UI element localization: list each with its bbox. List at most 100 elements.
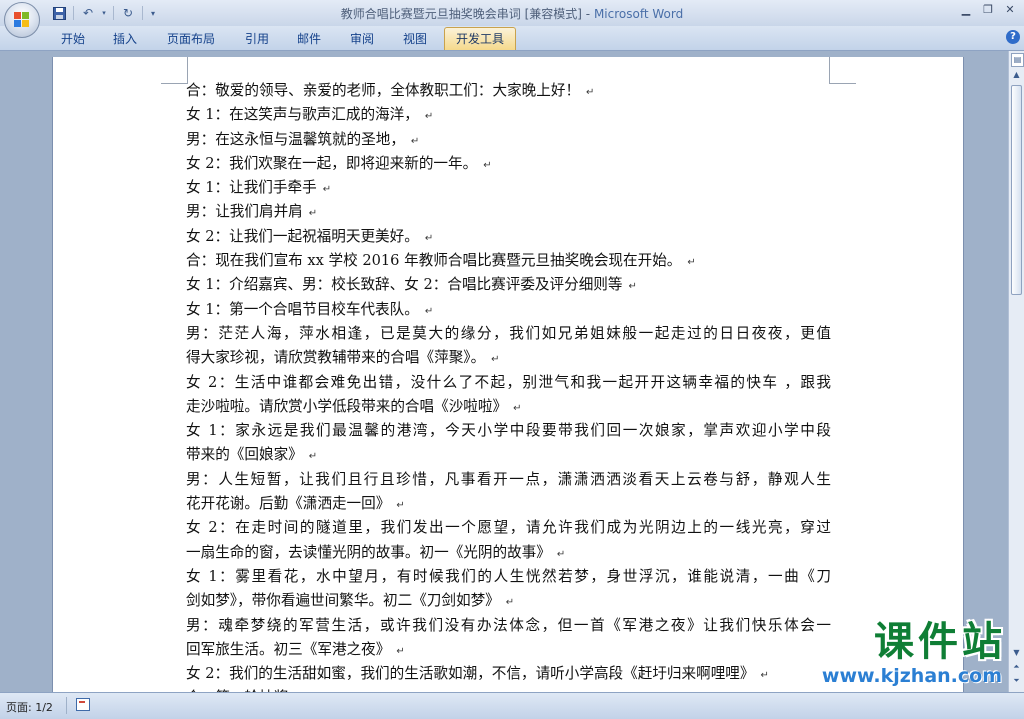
proofing-icon[interactable]	[76, 698, 90, 711]
watermark: 课件站 www.kjzhan.com	[776, 620, 1006, 692]
document-line: 女 1：让我们手牵手 ↵	[186, 176, 831, 200]
document-workspace: 合：敬爱的领导、亲爱的老师，全体教职工们：大家晚上好！ ↵ 女 1：在这笑声与歌声汇…	[0, 51, 1008, 692]
minimize-icon[interactable]: ▁	[956, 2, 976, 18]
paragraph-mark-icon: ↵	[424, 111, 434, 123]
document-line-text: 女 1：第一个合唱节目校车代表队。	[186, 300, 419, 318]
paragraph-mark-icon: ↵	[396, 645, 405, 657]
restore-icon[interactable]: ❐	[978, 2, 998, 18]
document-line-text: 剑如梦》，带你看遍世间繁华。初二《刀剑如梦》	[186, 592, 500, 610]
document-line-text: 女 2：我们欢聚在一起，即将迎来新的一年。	[186, 154, 478, 172]
document-line: 男：魂牵梦绕的军营生活，或许我们没有办法体念，但一首《军港之夜》让我们快乐体会一	[186, 614, 831, 638]
status-bar: 页面: 1/2	[0, 692, 1024, 719]
paragraph-mark-icon: ↵	[491, 354, 500, 366]
tab-references[interactable]: 引用	[236, 29, 278, 49]
tab-mailings[interactable]: 邮件	[288, 29, 330, 49]
scroll-up-icon[interactable]: ▲	[1011, 69, 1022, 81]
document-line-text: 女 2：我们的生活甜如蜜，我们的生活歌如潮，不信，请听小学高段《赶圩归来啊哩哩》	[186, 665, 755, 683]
document-line-text: 女 1：家永远是我们最温馨的港湾，今天小学中段要带我们回一次娘家，掌声欢迎小学中…	[186, 422, 831, 440]
document-line-text: 女 1：介绍嘉宾、男：校长致辞、女 2：合唱比赛评委及评分细则等	[186, 276, 623, 294]
tab-view[interactable]: 视图	[394, 29, 436, 49]
document-line: 女 1：介绍嘉宾、男：校长致辞、女 2：合唱比赛评委及评分细则等 ↵	[186, 273, 831, 297]
document-line: 男：人生短暂，让我们且行且珍惜，凡事看开一点，潇潇洒洒淡看天上云卷与舒，静观人生	[186, 468, 831, 492]
previous-page-icon[interactable]: ⏶	[1011, 661, 1022, 673]
document-line-text: 花开花谢。后勤《潇洒走一回》	[186, 495, 391, 513]
document-line-text: 女 2：生活中谁都会难免出错，没什么了不起，别泄气和我一起开开这辆幸福的快车 ，…	[186, 373, 831, 391]
scrollbar-thumb[interactable]	[1011, 85, 1022, 295]
watermark-main: 课件站	[874, 619, 1006, 665]
help-icon[interactable]: ?	[1006, 30, 1020, 44]
document-line: 带来的《回娘家》 ↵	[186, 443, 831, 467]
watermark-url: www.kjzhan.com	[821, 665, 1002, 687]
document-line-text: 回军旅生活。初三《军港之夜》	[186, 640, 391, 658]
window-title: 教师合唱比赛暨元旦抽奖晚会串词 [兼容模式] - Microsoft Word	[0, 5, 1024, 22]
page-indicator[interactable]: 页面: 1/2	[6, 699, 53, 715]
document-line: 合：敬爱的领导、亲爱的老师，全体教职工们：大家晚上好！ ↵	[186, 79, 831, 103]
document-line-text: 带来的《回娘家》	[186, 446, 303, 464]
document-line: 得大家珍视，请欣赏教辅带来的合唱《萍聚》。 ↵	[186, 346, 831, 370]
ribbon-tab-bar: 开始 插入 页面布局 引用 邮件 审阅 视图 开发工具	[0, 26, 1024, 51]
document-line-text: 合：敬爱的领导、亲爱的老师，全体教职工们：大家晚上好！	[186, 82, 581, 99]
paragraph-mark-icon: ↵	[424, 305, 434, 317]
window-controls: ▁ ❐ ✕	[956, 2, 1020, 18]
document-line-text: 女 1：雾里看花，水中望月，有时候我们的人生恍然若梦，身世浮沉，谁能说清，一曲《…	[186, 567, 831, 585]
document-line-text: 得大家珍视，请欣赏教辅带来的合唱《萍聚》。	[186, 349, 486, 367]
document-line-text: 女 1：在这笑声与歌声汇成的海洋，	[186, 106, 419, 124]
paragraph-mark-icon: ↵	[687, 257, 696, 269]
paragraph-mark-icon: ↵	[308, 208, 318, 220]
document-body[interactable]: 合：敬爱的领导、亲爱的老师，全体教职工们：大家晚上好！ ↵ 女 1：在这笑声与歌声汇…	[186, 79, 831, 692]
document-line: 剑如梦》，带你看遍世间繁华。初二《刀剑如梦》 ↵	[186, 589, 831, 613]
document-line: 一扇生命的窗，去读懂光阴的故事。初一《光阴的故事》 ↵	[186, 541, 831, 565]
document-line: 回军旅生活。初三《军港之夜》 ↵	[186, 638, 831, 662]
document-line-text: 男：在这永恒与温馨筑就的圣地，	[186, 130, 405, 148]
paragraph-mark-icon: ↵	[505, 597, 515, 609]
tab-review[interactable]: 审阅	[341, 29, 383, 49]
tab-home[interactable]: 开始	[52, 29, 94, 49]
close-icon[interactable]: ✕	[1000, 2, 1020, 18]
document-line-text: 女 1：让我们手牵手	[186, 179, 317, 197]
paragraph-mark-icon: ↵	[396, 500, 405, 512]
document-line: 女 2：我们的生活甜如蜜，我们的生活歌如潮，不信，请听小学高段《赶圩归来啊哩哩》…	[186, 662, 831, 686]
next-page-icon[interactable]: ⏷	[1011, 675, 1022, 687]
app-name: Microsoft Word	[593, 7, 684, 21]
document-line-text: 男：魂牵梦绕的军营生活，或许我们没有办法体念，但一首《军港之夜》让我们快乐体会一	[186, 616, 831, 634]
scroll-down-icon[interactable]: ▼	[1011, 647, 1022, 659]
paragraph-mark-icon: ↵	[628, 281, 637, 293]
document-line: 男：茫茫人海，萍水相逢，已是莫大的缘分，我们如兄弟姐妹般一起走过的日日夜夜，更值	[186, 322, 831, 346]
document-line-text: 合：现在我们宣布 xx 学校 2016 年教师合唱比赛暨元旦抽奖晚会现在开始。	[186, 252, 682, 270]
view-ruler-icon[interactable]: ▤	[1011, 53, 1024, 67]
document-line: 女 2：在走时间的隧道里，我们发出一个愿望，请允许我们成为光阴边上的一线光亮，穿…	[186, 516, 831, 540]
vertical-scrollbar[interactable]: ▤ ▲ ▼ ⏶ ⏷	[1008, 51, 1024, 692]
title-separator: -	[581, 7, 594, 21]
document-line: 女 1：在这笑声与歌声汇成的海洋， ↵	[186, 103, 831, 127]
document-line: 女 1：雾里看花，水中望月，有时候我们的人生恍然若梦，身世浮沉，谁能说清，一曲《…	[186, 565, 831, 589]
document-line-text: 男：茫茫人海，萍水相逢，已是莫大的缘分，我们如兄弟姐妹般一起走过的日日夜夜，更值	[186, 324, 831, 342]
office-button[interactable]	[4, 2, 40, 38]
paragraph-mark-icon: ↵	[410, 135, 420, 147]
document-line: 男：让我们肩并肩 ↵	[186, 200, 831, 224]
document-page[interactable]: 合：敬爱的领导、亲爱的老师，全体教职工们：大家晚上好！ ↵ 女 1：在这笑声与歌声汇…	[52, 57, 964, 692]
tab-insert[interactable]: 插入	[104, 29, 146, 49]
document-line: 女 1：家永远是我们最温馨的港湾，今天小学中段要带我们回一次娘家，掌声欢迎小学中…	[186, 419, 831, 443]
document-line-text: 男：让我们肩并肩	[186, 203, 303, 221]
document-line: 女 2：让我们一起祝福明天更美好。 ↵	[186, 225, 831, 249]
office-logo-icon	[14, 12, 30, 28]
crop-mark-top-right	[829, 57, 856, 84]
tab-developer[interactable]: 开发工具	[444, 27, 516, 50]
paragraph-mark-icon: ↵	[586, 87, 595, 98]
status-bar-track	[100, 698, 1000, 712]
paragraph-mark-icon: ↵	[308, 451, 318, 463]
paragraph-mark-icon: ↵	[483, 159, 492, 171]
paragraph-mark-icon: ↵	[556, 548, 566, 560]
document-line-text: 男：人生短暂，让我们且行且珍惜，凡事看开一点，潇潇洒洒淡看天上云卷与舒，静观人生	[186, 470, 831, 488]
paragraph-mark-icon: ↵	[322, 184, 332, 196]
document-line-text: 走沙啦啦。请欣赏小学低段带来的合唱《沙啦啦》	[186, 397, 508, 415]
tab-page-layout[interactable]: 页面布局	[160, 29, 222, 49]
document-line: 合：现在我们宣布 xx 学校 2016 年教师合唱比赛暨元旦抽奖晚会现在开始。 ↵	[186, 249, 831, 273]
title-bar: ↶ ▾ ↻ ▾ 教师合唱比赛暨元旦抽奖晚会串词 [兼容模式] - Microso…	[0, 0, 1024, 26]
status-separator	[66, 697, 67, 714]
document-line-text: 女 2：在走时间的隧道里，我们发出一个愿望，请允许我们成为光阴边上的一线光亮，穿…	[186, 519, 831, 537]
document-line: 女 2：生活中谁都会难免出错，没什么了不起，别泄气和我一起开开这辆幸福的快车 ，…	[186, 371, 831, 395]
paragraph-mark-icon: ↵	[760, 670, 769, 682]
paragraph-mark-icon: ↵	[424, 232, 434, 244]
document-line: 走沙啦啦。请欣赏小学低段带来的合唱《沙啦啦》 ↵	[186, 395, 831, 419]
